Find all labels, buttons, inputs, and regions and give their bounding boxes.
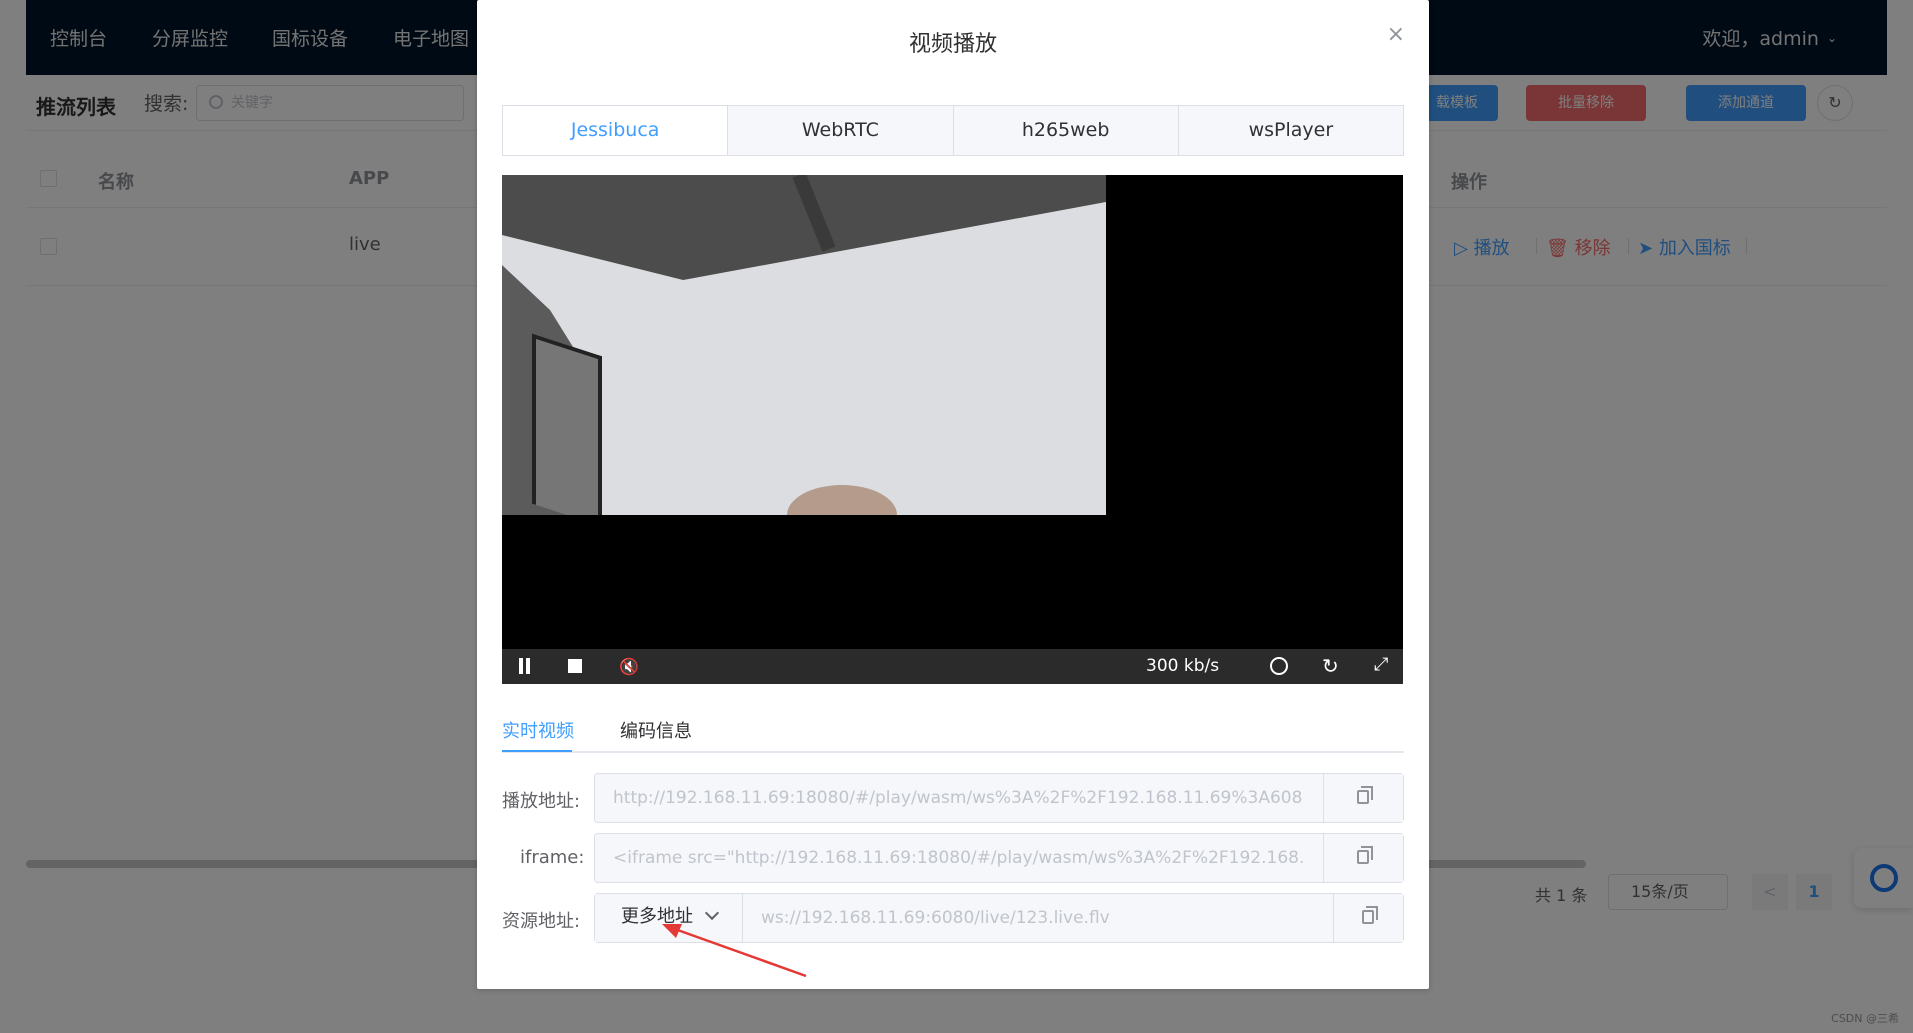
player-tabs: Jessibuca WebRTC h265web wsPlayer (502, 105, 1404, 156)
chevron-down-icon (704, 905, 720, 921)
tab-webrtc[interactable]: WebRTC (728, 106, 954, 155)
source-url-input[interactable]: 更多地址 ws://192.168.11.69:6080/live/123.li… (594, 893, 1404, 943)
play-url-input[interactable]: http://192.168.11.69:18080/#/play/wasm/w… (594, 773, 1404, 823)
tab-live-video[interactable]: 实时视频 (502, 717, 574, 743)
video-player[interactable] (502, 175, 1403, 649)
tab-codec-info[interactable]: 编码信息 (620, 717, 692, 743)
copy-iframe-button[interactable] (1323, 834, 1403, 882)
copy-source-url-button[interactable] (1333, 894, 1403, 942)
close-icon[interactable]: × (1387, 22, 1405, 47)
tab-h265web[interactable]: h265web (953, 106, 1179, 155)
iframe-value: <iframe src="http://192.168.11.69:18080/… (613, 848, 1303, 868)
stop-icon[interactable] (568, 659, 582, 673)
iframe-label: iframe: (520, 847, 585, 868)
iframe-row: iframe: <iframe src="http://192.168.11.6… (502, 833, 1404, 883)
fullscreen-icon[interactable]: ⤢ (1374, 654, 1388, 675)
video-head (787, 485, 897, 515)
source-url-row: 资源地址: 更多地址 ws://192.168.11.69:6080/live/… (502, 893, 1404, 943)
mute-icon[interactable]: 🔇 (619, 657, 639, 676)
pause-icon[interactable] (518, 658, 532, 674)
dialog-title: 视频播放 (908, 32, 997, 57)
reload-icon[interactable]: ↻ (1322, 654, 1339, 678)
video-frame (502, 175, 1106, 515)
info-tabs: 实时视频 编码信息 (502, 713, 1404, 753)
play-url-value: http://192.168.11.69:18080/#/play/wasm/w… (613, 788, 1303, 808)
tab-jessibuca[interactable]: Jessibuca (503, 106, 729, 155)
video-play-dialog: 视频播放 × Jessibuca WebRTC h265web wsPlayer… (477, 0, 1429, 989)
source-url-label: 资源地址: (502, 911, 581, 932)
bitrate-readout: 300 kb/s (1146, 656, 1220, 676)
source-url-value: ws://192.168.11.69:6080/live/123.live.fl… (761, 908, 1110, 928)
copy-icon (1362, 906, 1378, 924)
play-url-label: 播放地址: (502, 791, 581, 812)
video-door (532, 333, 602, 515)
copy-icon (1357, 846, 1373, 864)
iframe-input[interactable]: <iframe src="http://192.168.11.69:18080/… (594, 833, 1404, 883)
player-controls: 🔇 300 kb/s ↻ ⤢ (502, 649, 1403, 684)
screenshot-icon[interactable] (1270, 657, 1288, 675)
tab-wsplayer[interactable]: wsPlayer (1178, 106, 1403, 155)
play-url-row: 播放地址: http://192.168.11.69:18080/#/play/… (502, 773, 1404, 823)
copy-play-url-button[interactable] (1323, 774, 1403, 822)
copy-icon (1357, 786, 1373, 804)
more-addresses-button[interactable]: 更多地址 (595, 894, 743, 942)
active-tab-indicator (502, 750, 572, 752)
